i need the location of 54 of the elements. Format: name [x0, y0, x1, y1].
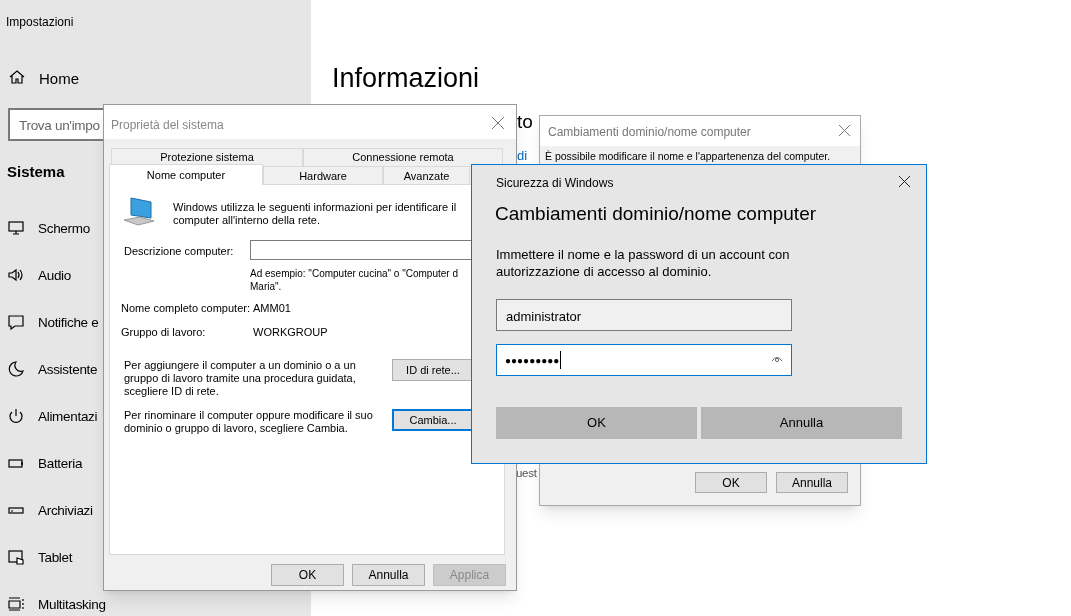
moon-icon: [7, 360, 25, 378]
tab[interactable]: Nome computer: [109, 164, 263, 185]
power-icon: [7, 407, 25, 425]
sidebar-item[interactable]: Notifiche e: [38, 313, 99, 334]
tab[interactable]: Hardware: [263, 166, 383, 185]
field-label: Gruppo di lavoro:: [121, 325, 206, 340]
sidebar-item[interactable]: Archiviazi: [38, 501, 93, 522]
body-text: Per aggiungere il computer a un dominio o a un gruppo di lavoro tramite una procedura guidata, scegliere ID di rete.: [124, 359, 357, 398]
body-text: Windows utilizza le seguenti informazioni per identificare il computer all'interno della rete.: [173, 201, 458, 227]
sidebar-item[interactable]: Assistente: [38, 360, 98, 381]
body-text: uest: [516, 466, 537, 481]
eye-icon[interactable]: [771, 354, 783, 363]
window-title: Proprietà del sistema: [111, 117, 224, 134]
body-text: Immettere il nome e la password di un account con autorizzazione di accesso al dominio.: [496, 246, 791, 280]
window-title: Sicurezza di Windows: [496, 175, 614, 192]
speech-bubble-icon: [7, 313, 25, 331]
tab[interactable]: Avanzate: [383, 166, 470, 185]
dialog-button[interactable]: OK: [271, 564, 344, 586]
page-title: Informazioni: [332, 62, 480, 95]
network-id-button[interactable]: ID di rete...: [392, 359, 474, 381]
section-heading: Sistema: [7, 162, 65, 182]
sidebar-item[interactable]: Schermo: [38, 219, 90, 240]
window-title: Impostazioni: [6, 14, 74, 31]
close-icon[interactable]: [899, 176, 910, 187]
dialog-button[interactable]: OK: [496, 407, 697, 439]
dialog-button[interactable]: Annulla: [776, 472, 848, 493]
dialog-button[interactable]: OK: [695, 472, 767, 493]
home-icon: [9, 69, 25, 85]
body-text: Per rinominare il computer oppure modificare il suo dominio o gruppo di lavoro, scegliere Cambia.: [124, 409, 374, 435]
dialog-button[interactable]: Annulla: [352, 564, 425, 586]
link[interactable]: di: [517, 146, 528, 166]
field-label: Nome completo computer:: [121, 301, 250, 316]
field-label: Descrizione computer:: [124, 244, 234, 259]
speaker-icon: [7, 266, 25, 284]
sidebar-item[interactable]: Tablet: [38, 548, 73, 569]
window-title: Cambiamenti dominio/nome computer: [548, 124, 751, 141]
section-heading: to: [517, 110, 533, 134]
hint-text: Ad esempio: "Computer cucina" o "Computer d Maria".: [250, 267, 458, 293]
change-button[interactable]: Cambia...: [392, 409, 474, 431]
sidebar-item[interactable]: Batteria: [38, 454, 83, 475]
field-value: WORKGROUP: [253, 325, 328, 340]
tablet-icon: [7, 548, 25, 566]
multitask-icon: [7, 595, 25, 613]
dialog-button[interactable]: Annulla: [701, 407, 902, 439]
dialog-heading: Cambiamenti dominio/nome computer: [495, 202, 817, 226]
monitor-icon: [7, 219, 25, 237]
sidebar-item[interactable]: Multitasking: [38, 595, 106, 616]
username-field[interactable]: administrator: [496, 299, 792, 331]
sidebar-item[interactable]: Audio: [38, 266, 72, 287]
body-text: È possibile modificare il nome e l'appartenenza del computer.: [545, 150, 831, 162]
sidebar-item[interactable]: Home: [39, 68, 79, 91]
password-field[interactable]: ●●●●●●●●●: [496, 344, 792, 376]
field-value: AMM01: [253, 301, 291, 316]
sidebar-item[interactable]: Alimentazi: [38, 407, 98, 428]
